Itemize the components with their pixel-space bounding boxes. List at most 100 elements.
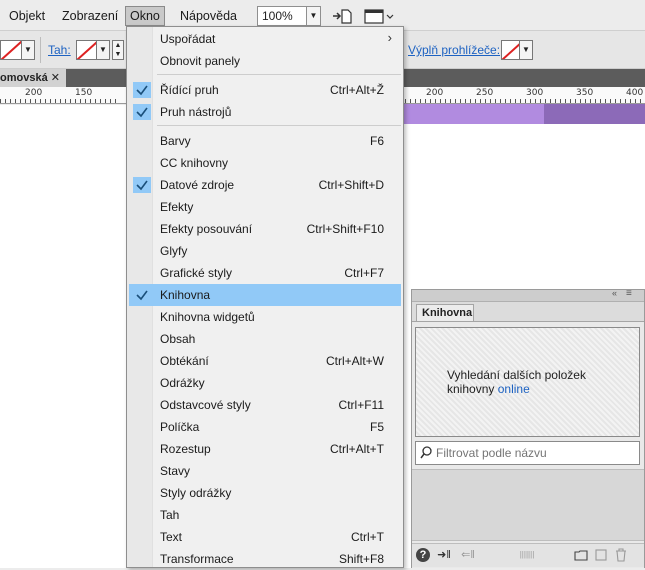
chevron-down-icon[interactable]: ▼ <box>21 40 35 60</box>
ruler-tick <box>430 99 431 103</box>
ruler-tick <box>10 99 11 103</box>
menu-item-obsah[interactable]: Obsah <box>129 328 401 350</box>
ruler-tick <box>615 99 616 103</box>
ruler-tick <box>425 99 426 103</box>
ruler-label: 300 <box>526 88 544 98</box>
filter-field[interactable] <box>415 441 640 465</box>
ruler-tick <box>95 99 96 103</box>
menu-item-shortcut: Ctrl+T <box>351 530 384 544</box>
filter-input[interactable] <box>436 445 634 461</box>
panel-title-bar[interactable]: « ≡ <box>412 288 644 302</box>
device-icon[interactable] <box>363 7 395 25</box>
trash-icon[interactable] <box>614 548 628 562</box>
menu-item-shortcut: Ctrl+F11 <box>338 398 384 412</box>
menu-zobrazeni[interactable]: Zobrazení <box>58 6 122 26</box>
document-tab[interactable]: omovská ✕ <box>0 69 66 87</box>
library-item-list[interactable] <box>412 469 644 541</box>
close-icon[interactable]: ✕ <box>51 69 60 87</box>
ruler-tick <box>35 99 36 103</box>
ruler-tick <box>525 99 526 103</box>
menu-item-stavy[interactable]: Stavy <box>129 460 401 482</box>
fill-swatch[interactable] <box>0 40 22 60</box>
menu-item-label: Odstavcové styly <box>160 398 251 412</box>
menu-item-efekty-posouvani[interactable]: Efekty posouvání Ctrl+Shift+F10 <box>129 218 401 240</box>
ruler-tick <box>410 99 411 103</box>
menu-napoveda[interactable]: Nápověda <box>176 6 241 26</box>
ruler-tick <box>510 99 511 103</box>
stroke-label[interactable]: Tah: <box>48 43 71 57</box>
menu-item-rozestup[interactable]: Rozestup Ctrl+Alt+T <box>129 438 401 460</box>
menu-item-obnovit-panely[interactable]: Obnovit panely <box>129 50 401 72</box>
menu-item-knihovna-widgetu[interactable]: Knihovna widgetů <box>129 306 401 328</box>
menu-item-shortcut: Ctrl+Alt+Ž <box>329 83 384 97</box>
ruler-label: 350 <box>576 88 594 98</box>
help-icon[interactable]: ? <box>416 548 430 562</box>
ruler-tick <box>20 99 21 103</box>
library-panel: « ≡ Knihovna Vyhledání dalších položek k… <box>411 288 645 568</box>
menu-item-transformace[interactable]: Transformace Shift+F8 <box>129 548 401 570</box>
menu-item-shortcut: F5 <box>369 420 384 434</box>
purple-strip-dark[interactable] <box>544 104 645 124</box>
menu-item-graficke-styly[interactable]: Grafické styly Ctrl+F7 <box>129 262 401 284</box>
ruler-tick <box>620 99 621 103</box>
ruler-tick <box>625 99 626 103</box>
ruler-tick <box>610 99 611 103</box>
ruler-tick <box>40 99 41 103</box>
menu-item-knihovna[interactable]: Knihovna <box>129 284 401 306</box>
menu-item-pruh-nastroju[interactable]: Pruh nástrojů <box>129 101 401 123</box>
menu-item-styly-odrazky[interactable]: Styly odrážky <box>129 482 401 504</box>
ruler-tick <box>15 99 16 103</box>
ruler-tick <box>470 99 471 103</box>
menu-okno[interactable]: Okno <box>125 6 165 26</box>
import-icon[interactable]: ➜‖ <box>434 548 454 562</box>
menu-item-label: Řídící pruh <box>160 83 219 97</box>
ruler-tick <box>540 99 541 103</box>
menu-item-tah[interactable]: Tah <box>129 504 401 526</box>
menu-item-odstavcove-styly[interactable]: Odstavcové styly Ctrl+F11 <box>129 394 401 416</box>
menu-separator <box>157 74 401 75</box>
resize-grip-icon[interactable]: ||||||| <box>512 548 542 562</box>
browser-fill-label[interactable]: Výplň prohlížeče: <box>408 43 500 57</box>
menu-item-policka[interactable]: Políčka F5 <box>129 416 401 438</box>
menu-item-glyfy[interactable]: Glyfy <box>129 240 401 262</box>
menu-item-label: Odrážky <box>160 376 205 390</box>
preview-icon[interactable] <box>331 7 353 25</box>
new-item-icon[interactable] <box>594 548 608 562</box>
chevron-down-icon[interactable]: ▼ <box>519 40 533 60</box>
menu-item-shortcut: Ctrl+Alt+W <box>325 354 384 368</box>
ruler-tick <box>590 99 591 103</box>
menu-item-datove-zdroje[interactable]: Datové zdroje Ctrl+Shift+D <box>129 174 401 196</box>
search-icon <box>420 446 432 459</box>
collapse-icon[interactable]: « <box>612 288 617 298</box>
chevron-down-icon[interactable]: ▼ <box>96 40 110 60</box>
menu-item-text[interactable]: Text Ctrl+T <box>129 526 401 548</box>
menu-item-cc-knihovny[interactable]: CC knihovny <box>129 152 401 174</box>
online-link[interactable]: online <box>498 382 530 396</box>
ruler-tick <box>90 99 91 103</box>
menu-objekt[interactable]: Objekt <box>5 6 49 26</box>
panel-menu-icon[interactable]: ≡ <box>626 288 632 299</box>
ruler-tick <box>420 99 421 103</box>
zoom-select[interactable]: 100% ▼ <box>257 6 321 26</box>
ruler-tick <box>25 99 26 103</box>
folder-icon[interactable] <box>574 548 588 562</box>
panel-footer: ? ➜‖ ⇐‖ ||||||| <box>412 543 644 567</box>
menu-item-odrazky[interactable]: Odrážky <box>129 372 401 394</box>
menu-item-label: Efekty <box>160 200 194 214</box>
menu-item-shortcut: Ctrl+F7 <box>344 266 384 280</box>
stroke-stepper[interactable]: ▲ ▼ <box>112 40 124 60</box>
ruler-tick <box>520 99 521 103</box>
menu-item-obtekani[interactable]: Obtékání Ctrl+Alt+W <box>129 350 401 372</box>
export-icon[interactable]: ⇐‖ <box>458 548 478 562</box>
ruler-tick <box>515 99 516 103</box>
panel-tab-knihovna[interactable]: Knihovna <box>416 304 474 322</box>
menu-item-usporadat[interactable]: Uspořádat › <box>129 28 401 50</box>
menu-item-ridici-pruh[interactable]: Řídící pruh Ctrl+Alt+Ž <box>129 79 401 101</box>
menu-item-efekty[interactable]: Efekty <box>129 196 401 218</box>
ruler-tick <box>640 99 641 103</box>
ruler-tick <box>110 99 111 103</box>
menu-item-barvy[interactable]: Barvy F6 <box>129 130 401 152</box>
ruler-tick <box>60 99 61 103</box>
stroke-swatch[interactable] <box>76 40 98 60</box>
menu-item-label: Pruh nástrojů <box>160 105 232 119</box>
